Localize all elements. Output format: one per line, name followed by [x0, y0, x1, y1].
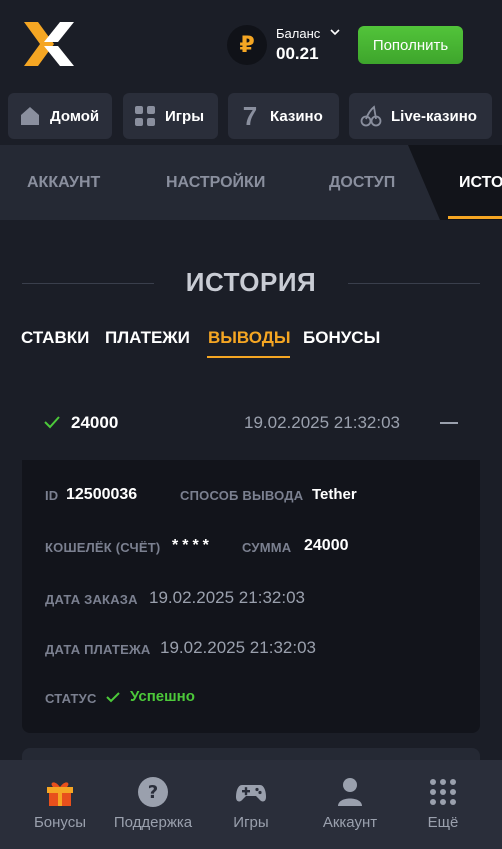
nav-item-label: Казино — [270, 107, 323, 125]
subtab-withdrawals[interactable]: ВЫВОДЫ — [208, 328, 291, 348]
dots-grid-icon — [430, 779, 456, 805]
subtab-active-indicator — [207, 356, 290, 358]
seven-icon: 7 — [242, 100, 258, 131]
top-nav: Домой Игры 7 Казино Live-казино — [0, 93, 502, 139]
bottom-nav-bonuses[interactable]: Бонусы — [10, 760, 110, 849]
nav-item-casino[interactable]: 7 Казино — [228, 93, 339, 139]
bottom-nav-more[interactable]: Ещё — [393, 760, 493, 849]
nav-item-label: Live-казино — [391, 107, 477, 125]
subtab-bets[interactable]: СТАВКИ — [21, 328, 89, 348]
tab-access[interactable]: ДОСТУП — [329, 145, 395, 220]
bottom-nav-account[interactable]: Аккаунт — [300, 760, 400, 849]
tab-active-indicator — [448, 216, 502, 219]
topup-button[interactable]: Пополнить — [358, 26, 463, 64]
nav-item-games[interactable]: Игры — [123, 93, 218, 139]
chevron-down-icon[interactable] — [330, 27, 340, 37]
bottom-nav-games[interactable]: Игры — [201, 760, 301, 849]
home-icon — [18, 104, 42, 128]
tab-history[interactable]: ИСТОРИЯ — [459, 145, 502, 220]
record-date: 19.02.2025 21:32:03 — [244, 413, 400, 432]
question-icon: ? — [138, 777, 168, 807]
method-label: СПОСОБ ВЫВОДА — [180, 488, 304, 503]
status-value: Успешно — [130, 688, 195, 705]
order-date-value: 19.02.2025 21:32:03 — [149, 588, 305, 607]
wallet-label: КОШЕЛЁК (СЧЁТ) — [45, 540, 161, 555]
sum-value: 24000 — [304, 537, 349, 554]
page: ₽ Баланс 00.21 Пополнить Домой Игры 7 Ка… — [0, 0, 502, 849]
id-label: ID — [45, 488, 59, 503]
status-label: СТАТУС — [45, 691, 97, 706]
page-title: ИСТОРИЯ — [185, 267, 317, 297]
collapse-icon[interactable] — [440, 422, 458, 424]
grid-icon — [133, 104, 157, 128]
subtab-payments[interactable]: ПЛАТЕЖИ — [105, 328, 190, 348]
check-icon — [106, 692, 120, 703]
cherry-icon — [359, 104, 383, 128]
payment-date-value: 19.02.2025 21:32:03 — [160, 638, 316, 657]
tab-account[interactable]: АККАУНТ — [27, 145, 100, 220]
order-date-label: ДАТА ЗАКАЗА — [45, 592, 138, 607]
ruble-icon[interactable]: ₽ — [227, 25, 267, 65]
nav-item-label: Домой — [50, 107, 100, 125]
gamepad-icon — [236, 785, 266, 802]
method-value: Tether — [312, 486, 357, 503]
nav-item-home[interactable]: Домой — [8, 93, 112, 139]
header: ₽ Баланс 00.21 Пополнить — [0, 0, 502, 88]
user-icon — [338, 778, 362, 806]
bottom-nav-label: Игры — [233, 814, 269, 831]
account-tabs: АККАУНТ НАСТРОЙКИ ДОСТУП ИСТОРИЯ — [0, 145, 502, 220]
gift-icon — [47, 782, 73, 806]
bottom-nav-label: Ещё — [427, 814, 459, 831]
nav-item-label: Игры — [165, 107, 205, 125]
record-amount: 24000 — [71, 413, 119, 432]
balance-value: 00.21 — [276, 44, 319, 63]
balance-label[interactable]: Баланс — [276, 26, 320, 41]
svg-text:?: ? — [148, 782, 158, 803]
bottom-nav-support[interactable]: ? Поддержка — [103, 760, 203, 849]
id-value: 12500036 — [66, 486, 138, 503]
bottom-nav-label: Аккаунт — [322, 814, 378, 831]
payment-date-label: ДАТА ПЛАТЕЖА — [45, 642, 151, 657]
sum-label: СУММА — [242, 540, 292, 555]
tab-settings[interactable]: НАСТРОЙКИ — [166, 145, 265, 220]
bottom-nav: Бонусы ? Поддержка Игры Аккаунт Ещё — [0, 760, 502, 849]
nav-item-live-casino[interactable]: Live-казино — [349, 93, 492, 139]
subtab-bonuses[interactable]: БОНУСЫ — [303, 328, 380, 348]
bottom-nav-label: Бонусы — [33, 814, 87, 831]
logo-icon[interactable] — [20, 20, 78, 68]
wallet-value: **** — [172, 537, 213, 554]
check-icon — [44, 416, 60, 429]
bottom-nav-label: Поддержка — [113, 814, 193, 831]
